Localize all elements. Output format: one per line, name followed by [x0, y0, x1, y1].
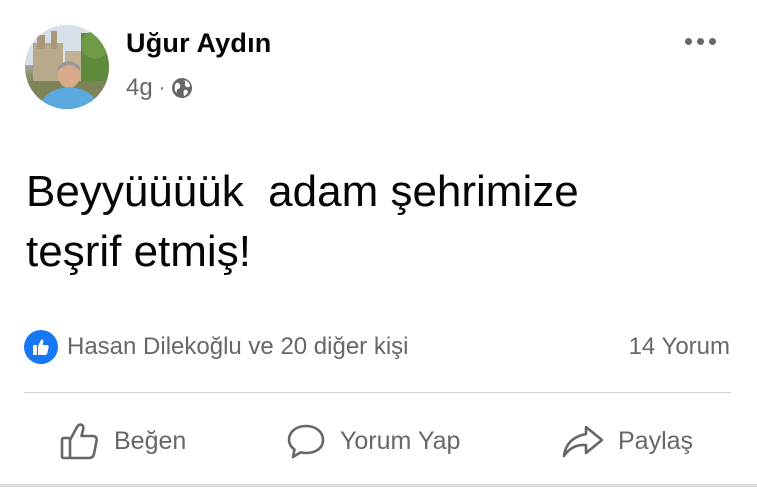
reaction-names[interactable]: Hasan Dilekoğlu ve 20 diğer kişi — [67, 333, 409, 361]
comment-label: Yorum Yap — [340, 426, 461, 455]
comment-icon — [287, 424, 325, 459]
more-options-button[interactable] — [676, 28, 724, 54]
post-card: Uğur Aydın 4g · Beyyüüüük adam şehrimize… — [0, 0, 757, 488]
share-button[interactable]: Paylaş — [560, 412, 693, 470]
author-name[interactable]: Uğur Aydın — [126, 28, 272, 59]
meta-separator: · — [158, 76, 166, 99]
globe-icon[interactable] — [171, 77, 193, 99]
bottom-separator — [0, 484, 757, 487]
comments-count[interactable]: 14 Yorum — [629, 333, 730, 361]
like-button[interactable]: Beğen — [58, 412, 186, 470]
avatar[interactable] — [25, 25, 109, 109]
post-text: Beyyüüüük adam şehrimize teşrif etmiş! — [26, 167, 579, 276]
like-label: Beğen — [114, 426, 187, 455]
divider — [24, 392, 731, 393]
like-reaction-icon — [24, 330, 58, 364]
share-arrow-icon — [562, 425, 604, 458]
reactions-summary[interactable]: Hasan Dilekoğlu ve 20 diğer kişi — [24, 330, 409, 364]
share-label: Paylaş — [618, 426, 694, 455]
thumbs-up-icon — [60, 423, 98, 460]
action-bar: Beğen Yorum Yap Paylaş — [0, 412, 757, 472]
post-meta: 4g · — [126, 74, 193, 102]
comment-button[interactable]: Yorum Yap — [284, 412, 460, 470]
more-horizontal-icon — [696, 37, 704, 45]
post-time[interactable]: 4g — [126, 74, 153, 102]
avatar-photo — [25, 25, 109, 109]
more-horizontal-icon — [684, 37, 692, 45]
more-horizontal-icon — [708, 37, 716, 45]
